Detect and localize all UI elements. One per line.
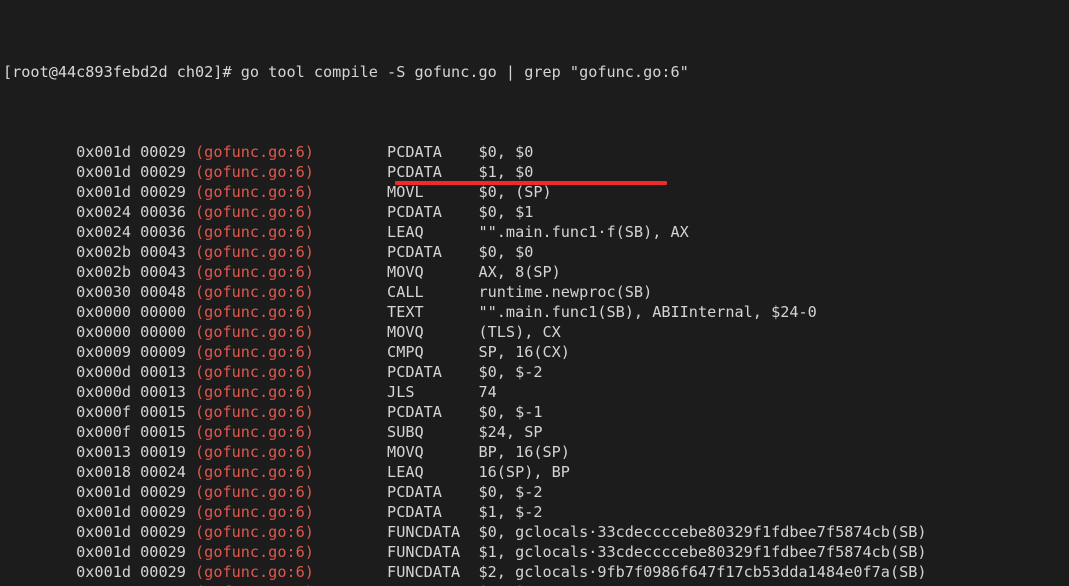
assembly-line: 0x001d 00029 (gofunc.go:6) PCDATA $0, $-… [3,482,927,502]
line-address: 0x001d 00029 [3,183,196,201]
assembly-output: 0x001d 00029 (gofunc.go:6) PCDATA $0, $0… [3,142,927,586]
instruction-and-operands: FUNCDATA $0, gclocals·33cdeccccebe80329f… [313,523,927,541]
red-underline-annotation [395,181,667,185]
assembly-line: 0x001d 00029 (gofunc.go:6) PCDATA $1, $0 [3,162,927,182]
assembly-line: 0x001d 00029 (gofunc.go:6) PCDATA $1, $-… [3,502,927,522]
command-line-row: [root@44c893febd2d ch02]# go tool compil… [3,62,927,82]
instruction-and-operands: FUNCDATA $2, gclocals·9fb7f0986f647f17cb… [313,563,927,581]
instruction-and-operands: MOVQ BP, 16(SP) [313,443,570,461]
assembly-line: 0x002b 00043 (gofunc.go:6) MOVQ AX, 8(SP… [3,262,927,282]
source-file-reference: (gofunc.go:6) [195,303,314,321]
source-file-reference: (gofunc.go:6) [195,343,314,361]
source-file-reference: (gofunc.go:6) [195,143,314,161]
instruction-and-operands: PCDATA $1, $-2 [313,503,543,521]
instruction-and-operands: PCDATA $0, $-2 [313,363,543,381]
line-address: 0x001d 00029 [3,503,196,521]
line-address: 0x0000 00000 [3,323,196,341]
instruction-and-operands: LEAQ "".main.func1·f(SB), AX [313,223,689,241]
source-file-reference: (gofunc.go:6) [195,363,314,381]
assembly-line: 0x0018 00024 (gofunc.go:6) LEAQ 16(SP), … [3,462,927,482]
source-file-reference: (gofunc.go:6) [195,243,314,261]
line-address: 0x0030 00048 [3,283,196,301]
line-address: 0x001d 00029 [3,563,196,581]
instruction-and-operands: TEXT "".main.func1(SB), ABIInternal, $24… [313,303,817,321]
assembly-line: 0x0030 00048 (gofunc.go:6) CALL runtime.… [3,282,927,302]
assembly-line: 0x000f 00015 (gofunc.go:6) SUBQ $24, SP [3,422,927,442]
source-file-reference: (gofunc.go:6) [195,463,314,481]
instruction-and-operands: LEAQ 16(SP), BP [313,463,570,481]
line-address: 0x0009 00009 [3,343,196,361]
assembly-line: 0x0009 00009 (gofunc.go:6) CMPQ SP, 16(C… [3,342,927,362]
source-file-reference: (gofunc.go:6) [195,443,314,461]
instruction-and-operands: PCDATA $0, $-1 [313,403,543,421]
assembly-line: 0x0000 00000 (gofunc.go:6) TEXT "".main.… [3,302,927,322]
source-file-reference: (gofunc.go:6) [195,163,314,181]
source-file-reference: (gofunc.go:6) [195,523,314,541]
source-file-reference: (gofunc.go:6) [195,263,314,281]
line-address: 0x000d 00013 [3,383,196,401]
line-address: 0x0024 00036 [3,203,196,221]
instruction-and-operands: CMPQ SP, 16(CX) [313,343,570,361]
assembly-line: 0x001d 00029 (gofunc.go:6) FUNCDATA $0, … [3,522,927,542]
terminal-screen: [root@44c893febd2d ch02]# go tool compil… [3,2,927,586]
assembly-line: 0x000f 00015 (gofunc.go:6) PCDATA $0, $-… [3,402,927,422]
source-file-reference: (gofunc.go:6) [195,503,314,521]
instruction-and-operands: MOVL $0, (SP) [313,183,552,201]
assembly-line: 0x001d 00029 (gofunc.go:6) FUNCDATA $2, … [3,562,927,582]
shell-prompt: [root@44c893febd2d ch02]# [3,63,241,81]
line-address: 0x002b 00043 [3,243,196,261]
source-file-reference: (gofunc.go:6) [195,223,314,241]
instruction-and-operands: PCDATA $0, $-2 [313,483,543,501]
instruction-and-operands: PCDATA $1, $0 [313,163,534,181]
line-address: 0x001d 00029 [3,143,196,161]
source-file-reference: (gofunc.go:6) [195,323,314,341]
assembly-line: 0x0013 00019 (gofunc.go:6) MOVQ BP, 16(S… [3,442,927,462]
line-address: 0x000f 00015 [3,403,196,421]
source-file-reference: (gofunc.go:6) [195,283,314,301]
assembly-line: 0x0024 00036 (gofunc.go:6) LEAQ "".main.… [3,222,927,242]
assembly-line: 0x000d 00013 (gofunc.go:6) PCDATA $0, $-… [3,362,927,382]
source-file-reference: (gofunc.go:6) [195,483,314,501]
line-address: 0x001d 00029 [3,543,196,561]
line-address: 0x001d 00029 [3,523,196,541]
assembly-line: 0x0000 00000 (gofunc.go:6) MOVQ (TLS), C… [3,322,927,342]
source-file-reference: (gofunc.go:6) [195,403,314,421]
assembly-line: 0x001d 00029 (gofunc.go:6) FUNCDATA $1, … [3,542,927,562]
instruction-and-operands: JLS 74 [313,383,497,401]
source-file-reference: (gofunc.go:6) [195,543,314,561]
line-address: 0x0018 00024 [3,463,196,481]
source-file-reference: (gofunc.go:6) [195,203,314,221]
assembly-line: 0x004a 00074 (gofunc.go:6) PCDATA $1, $-… [3,582,927,586]
instruction-and-operands: MOVQ (TLS), CX [313,323,561,341]
line-address: 0x002b 00043 [3,263,196,281]
source-file-reference: (gofunc.go:6) [195,383,314,401]
line-address: 0x0024 00036 [3,223,196,241]
shell-command: go tool compile -S gofunc.go | grep "gof… [240,63,689,81]
assembly-line: 0x001d 00029 (gofunc.go:6) MOVL $0, (SP) [3,182,927,202]
line-address: 0x0000 00000 [3,303,196,321]
source-file-reference: (gofunc.go:6) [195,423,314,441]
instruction-and-operands: FUNCDATA $1, gclocals·33cdeccccebe80329f… [313,543,927,561]
line-address: 0x0013 00019 [3,443,196,461]
instruction-and-operands: SUBQ $24, SP [313,423,543,441]
instruction-and-operands: PCDATA $0, $0 [313,143,534,161]
instruction-and-operands: MOVQ AX, 8(SP) [313,263,561,281]
line-address: 0x001d 00029 [3,483,196,501]
terminal-window[interactable]: [root@44c893febd2d ch02]# go tool compil… [0,0,1069,586]
assembly-line: 0x0024 00036 (gofunc.go:6) PCDATA $0, $1 [3,202,927,222]
assembly-line: 0x000d 00013 (gofunc.go:6) JLS 74 [3,382,927,402]
instruction-and-operands: CALL runtime.newproc(SB) [313,283,653,301]
source-file-reference: (gofunc.go:6) [195,183,314,201]
instruction-and-operands: PCDATA $0, $1 [313,203,534,221]
line-address: 0x000d 00013 [3,363,196,381]
instruction-and-operands: PCDATA $0, $0 [313,243,534,261]
source-file-reference: (gofunc.go:6) [195,563,314,581]
assembly-line: 0x002b 00043 (gofunc.go:6) PCDATA $0, $0 [3,242,927,262]
assembly-line: 0x001d 00029 (gofunc.go:6) PCDATA $0, $0 [3,142,927,162]
line-address: 0x000f 00015 [3,423,196,441]
line-address: 0x001d 00029 [3,163,196,181]
